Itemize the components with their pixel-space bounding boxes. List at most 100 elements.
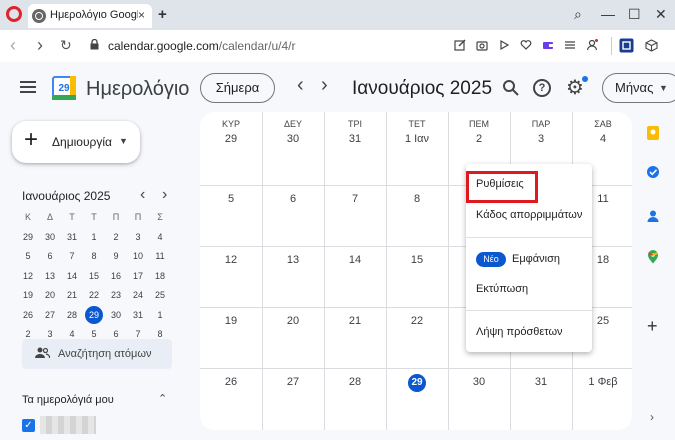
mini-day[interactable]: 3	[127, 228, 149, 246]
mini-day[interactable]: 12	[17, 267, 39, 285]
forward-icon[interactable]: ›	[37, 35, 43, 56]
day-number[interactable]: 27	[262, 376, 324, 388]
day-number[interactable]: 30	[448, 376, 510, 388]
mini-day[interactable]: 22	[83, 286, 105, 304]
mini-day[interactable]: 17	[127, 267, 149, 285]
calendar-checkbox[interactable]: ✓	[22, 419, 35, 432]
package-icon[interactable]	[645, 39, 658, 52]
today-button[interactable]: Σήμερα	[200, 73, 275, 103]
easy-setup-icon[interactable]	[564, 39, 576, 51]
mini-day[interactable]: 4	[149, 228, 171, 246]
day-number[interactable]: 31	[324, 133, 386, 145]
day-number[interactable]: 21	[324, 315, 386, 327]
menu-item-print[interactable]: Εκτύπωση	[476, 283, 528, 295]
mini-day[interactable]: 2	[105, 228, 127, 246]
mini-previous-icon[interactable]: ‹	[140, 186, 145, 204]
maximize-icon[interactable]: ☐	[628, 6, 641, 23]
day-number[interactable]: 3	[510, 133, 572, 145]
day-number[interactable]: 22	[386, 315, 448, 327]
day-number[interactable]: 15	[386, 254, 448, 266]
mini-next-icon[interactable]: ›	[162, 186, 167, 204]
day-number[interactable]: 5	[200, 193, 262, 205]
day-number[interactable]: 8	[386, 193, 448, 205]
add-addon-icon[interactable]: +	[647, 316, 658, 337]
edit-icon[interactable]	[454, 39, 466, 51]
day-number[interactable]: 29	[200, 133, 262, 145]
keep-icon[interactable]	[646, 126, 660, 140]
day-number[interactable]: 19	[200, 315, 262, 327]
day-number[interactable]: 26	[200, 376, 262, 388]
day-number[interactable]: 1 Φεβ	[572, 376, 632, 388]
day-number[interactable]: 20	[262, 315, 324, 327]
wallet-icon[interactable]	[542, 39, 554, 51]
mini-day[interactable]: 9	[105, 247, 127, 265]
browser-tab[interactable]: Ημερολόγιο Google - Ιαν ×	[28, 4, 152, 28]
day-number[interactable]: 6	[262, 193, 324, 205]
new-tab-button[interactable]: +	[158, 6, 167, 23]
day-number[interactable]: 7	[324, 193, 386, 205]
address-bar[interactable]: calendar.google.com/calendar/u/4/r	[80, 33, 610, 59]
opera-logo-icon[interactable]	[6, 6, 22, 22]
mini-day[interactable]: 27	[39, 306, 61, 324]
mini-day[interactable]: 24	[127, 286, 149, 304]
menu-item-trash[interactable]: Κάδος απορριμμάτων	[476, 209, 582, 221]
day-number[interactable]: 31	[510, 376, 572, 388]
day-number[interactable]: 12	[200, 254, 262, 266]
day-number[interactable]: 1 Ιαν	[386, 133, 448, 145]
maps-icon[interactable]	[646, 250, 660, 264]
play-icon[interactable]	[498, 39, 510, 51]
people-search-button[interactable]: Αναζήτηση ατόμων	[22, 339, 172, 369]
day-number-today[interactable]: 29	[408, 374, 426, 392]
mini-day[interactable]: 29	[17, 228, 39, 246]
contacts-icon[interactable]	[646, 209, 660, 223]
mini-day[interactable]: 18	[149, 267, 171, 285]
extension-icon[interactable]	[619, 38, 634, 53]
mini-day[interactable]: 16	[105, 267, 127, 285]
settings-gear-icon[interactable]: ⚙	[566, 78, 584, 98]
previous-month-icon[interactable]: ‹	[297, 74, 304, 97]
mini-day[interactable]: 7	[61, 247, 83, 265]
reload-icon[interactable]: ↻	[60, 37, 72, 54]
mini-day[interactable]: 25	[149, 286, 171, 304]
mini-day[interactable]: 1	[83, 228, 105, 246]
mini-day[interactable]: 30	[39, 228, 61, 246]
mini-day[interactable]: 23	[105, 286, 127, 304]
mini-day[interactable]: 31	[61, 228, 83, 246]
heart-icon[interactable]	[520, 39, 532, 51]
day-number[interactable]: 4	[572, 133, 632, 145]
view-selector-button[interactable]: Μήνας ▼	[602, 73, 675, 103]
close-window-icon[interactable]: ✕	[655, 6, 667, 23]
mini-day[interactable]: 10	[127, 247, 149, 265]
mini-day[interactable]: 31	[127, 306, 149, 324]
mini-day[interactable]: 15	[83, 267, 105, 285]
mini-day[interactable]: 6	[39, 247, 61, 265]
mini-day[interactable]: 5	[17, 247, 39, 265]
main-menu-icon[interactable]	[20, 81, 36, 93]
next-month-icon[interactable]: ›	[321, 74, 328, 97]
back-icon[interactable]: ‹	[10, 35, 16, 56]
google-calendar-logo[interactable]: 29	[52, 76, 76, 100]
day-number[interactable]: 30	[262, 133, 324, 145]
mini-day[interactable]: 30	[105, 306, 127, 324]
mini-day[interactable]: 11	[149, 247, 171, 265]
my-calendars-heading[interactable]: Τα ημερολόγιά μου	[22, 394, 114, 406]
menu-item-get-addons[interactable]: Λήψη πρόσθετων	[476, 326, 563, 338]
mini-day[interactable]: 21	[61, 286, 83, 304]
mini-day[interactable]: 1	[149, 306, 171, 324]
tab-close-icon[interactable]: ×	[138, 8, 145, 22]
day-number[interactable]: 2	[448, 133, 510, 145]
day-number[interactable]: 14	[324, 254, 386, 266]
mini-day-today[interactable]: 29	[85, 305, 103, 324]
profile-icon[interactable]	[586, 39, 598, 51]
mini-day[interactable]: 28	[61, 306, 83, 324]
create-button[interactable]: + Δημιουργία ▼	[12, 121, 140, 163]
tab-search-icon[interactable]: ⌕	[574, 6, 582, 23]
mini-day[interactable]: 20	[39, 286, 61, 304]
day-number[interactable]: 28	[324, 376, 386, 388]
mini-day[interactable]: 26	[17, 306, 39, 324]
expand-panel-icon[interactable]: ›	[650, 410, 654, 424]
mini-day[interactable]: 14	[61, 267, 83, 285]
mini-day[interactable]: 8	[83, 247, 105, 265]
menu-item-appearance[interactable]: Εμφάνιση	[512, 253, 560, 265]
day-number[interactable]: 13	[262, 254, 324, 266]
